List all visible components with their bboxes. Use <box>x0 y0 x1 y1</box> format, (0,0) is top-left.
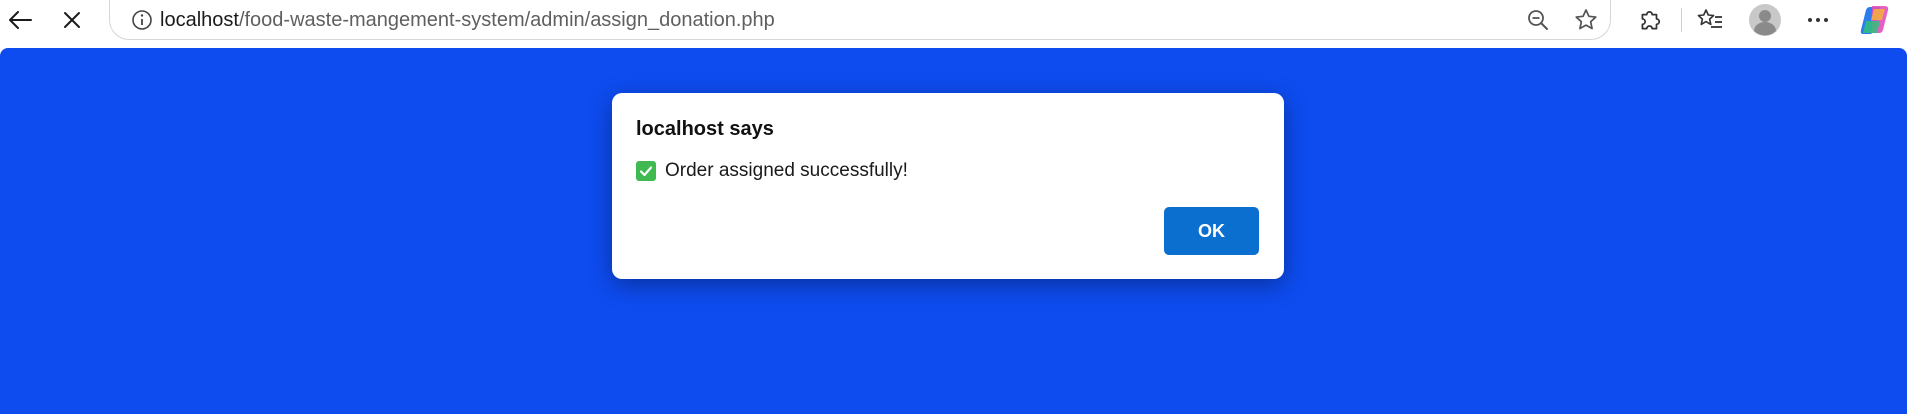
check-mark-button-icon <box>636 161 656 181</box>
ok-button[interactable]: OK <box>1164 207 1259 255</box>
toolbar-divider <box>1681 8 1682 32</box>
favorites-list-icon <box>1697 9 1722 28</box>
profile-button[interactable] <box>1745 0 1785 40</box>
dialog-message: Order assigned successfully! <box>636 160 908 182</box>
star-icon <box>1575 9 1597 30</box>
zoom-button[interactable] <box>1518 0 1558 40</box>
avatar-icon <box>1749 4 1781 36</box>
url-host: localhost <box>160 9 239 31</box>
copilot-button[interactable] <box>1855 0 1895 40</box>
page-content: localhost says Order assigned successful… <box>0 48 1907 414</box>
site-info-button[interactable] <box>122 0 162 40</box>
dialog-title: localhost says <box>636 118 774 140</box>
back-arrow-icon <box>9 11 32 29</box>
stop-loading-button[interactable] <box>52 0 92 40</box>
back-button[interactable] <box>0 0 40 40</box>
address-bar[interactable]: localhost/food-waste-mangement-system/ad… <box>109 0 1611 40</box>
info-icon <box>132 10 152 30</box>
dialog-message-text: Order assigned successfully! <box>665 160 908 181</box>
extensions-button[interactable] <box>1630 0 1670 40</box>
url-text[interactable]: localhost/food-waste-mangement-system/ad… <box>160 8 775 32</box>
more-dots-icon <box>1808 18 1828 22</box>
browser-toolbar: localhost/food-waste-mangement-system/ad… <box>0 0 1907 48</box>
close-icon <box>64 12 80 28</box>
more-options-button[interactable] <box>1798 0 1838 40</box>
alert-dialog: localhost says Order assigned successful… <box>612 93 1284 279</box>
favorites-button[interactable] <box>1690 0 1730 40</box>
copilot-icon <box>1860 6 1889 34</box>
url-path: /food-waste-mangement-system/admin/assig… <box>238 9 775 31</box>
puzzle-icon <box>1641 11 1661 30</box>
zoom-out-icon <box>1528 10 1548 30</box>
favorite-button[interactable] <box>1566 0 1606 40</box>
